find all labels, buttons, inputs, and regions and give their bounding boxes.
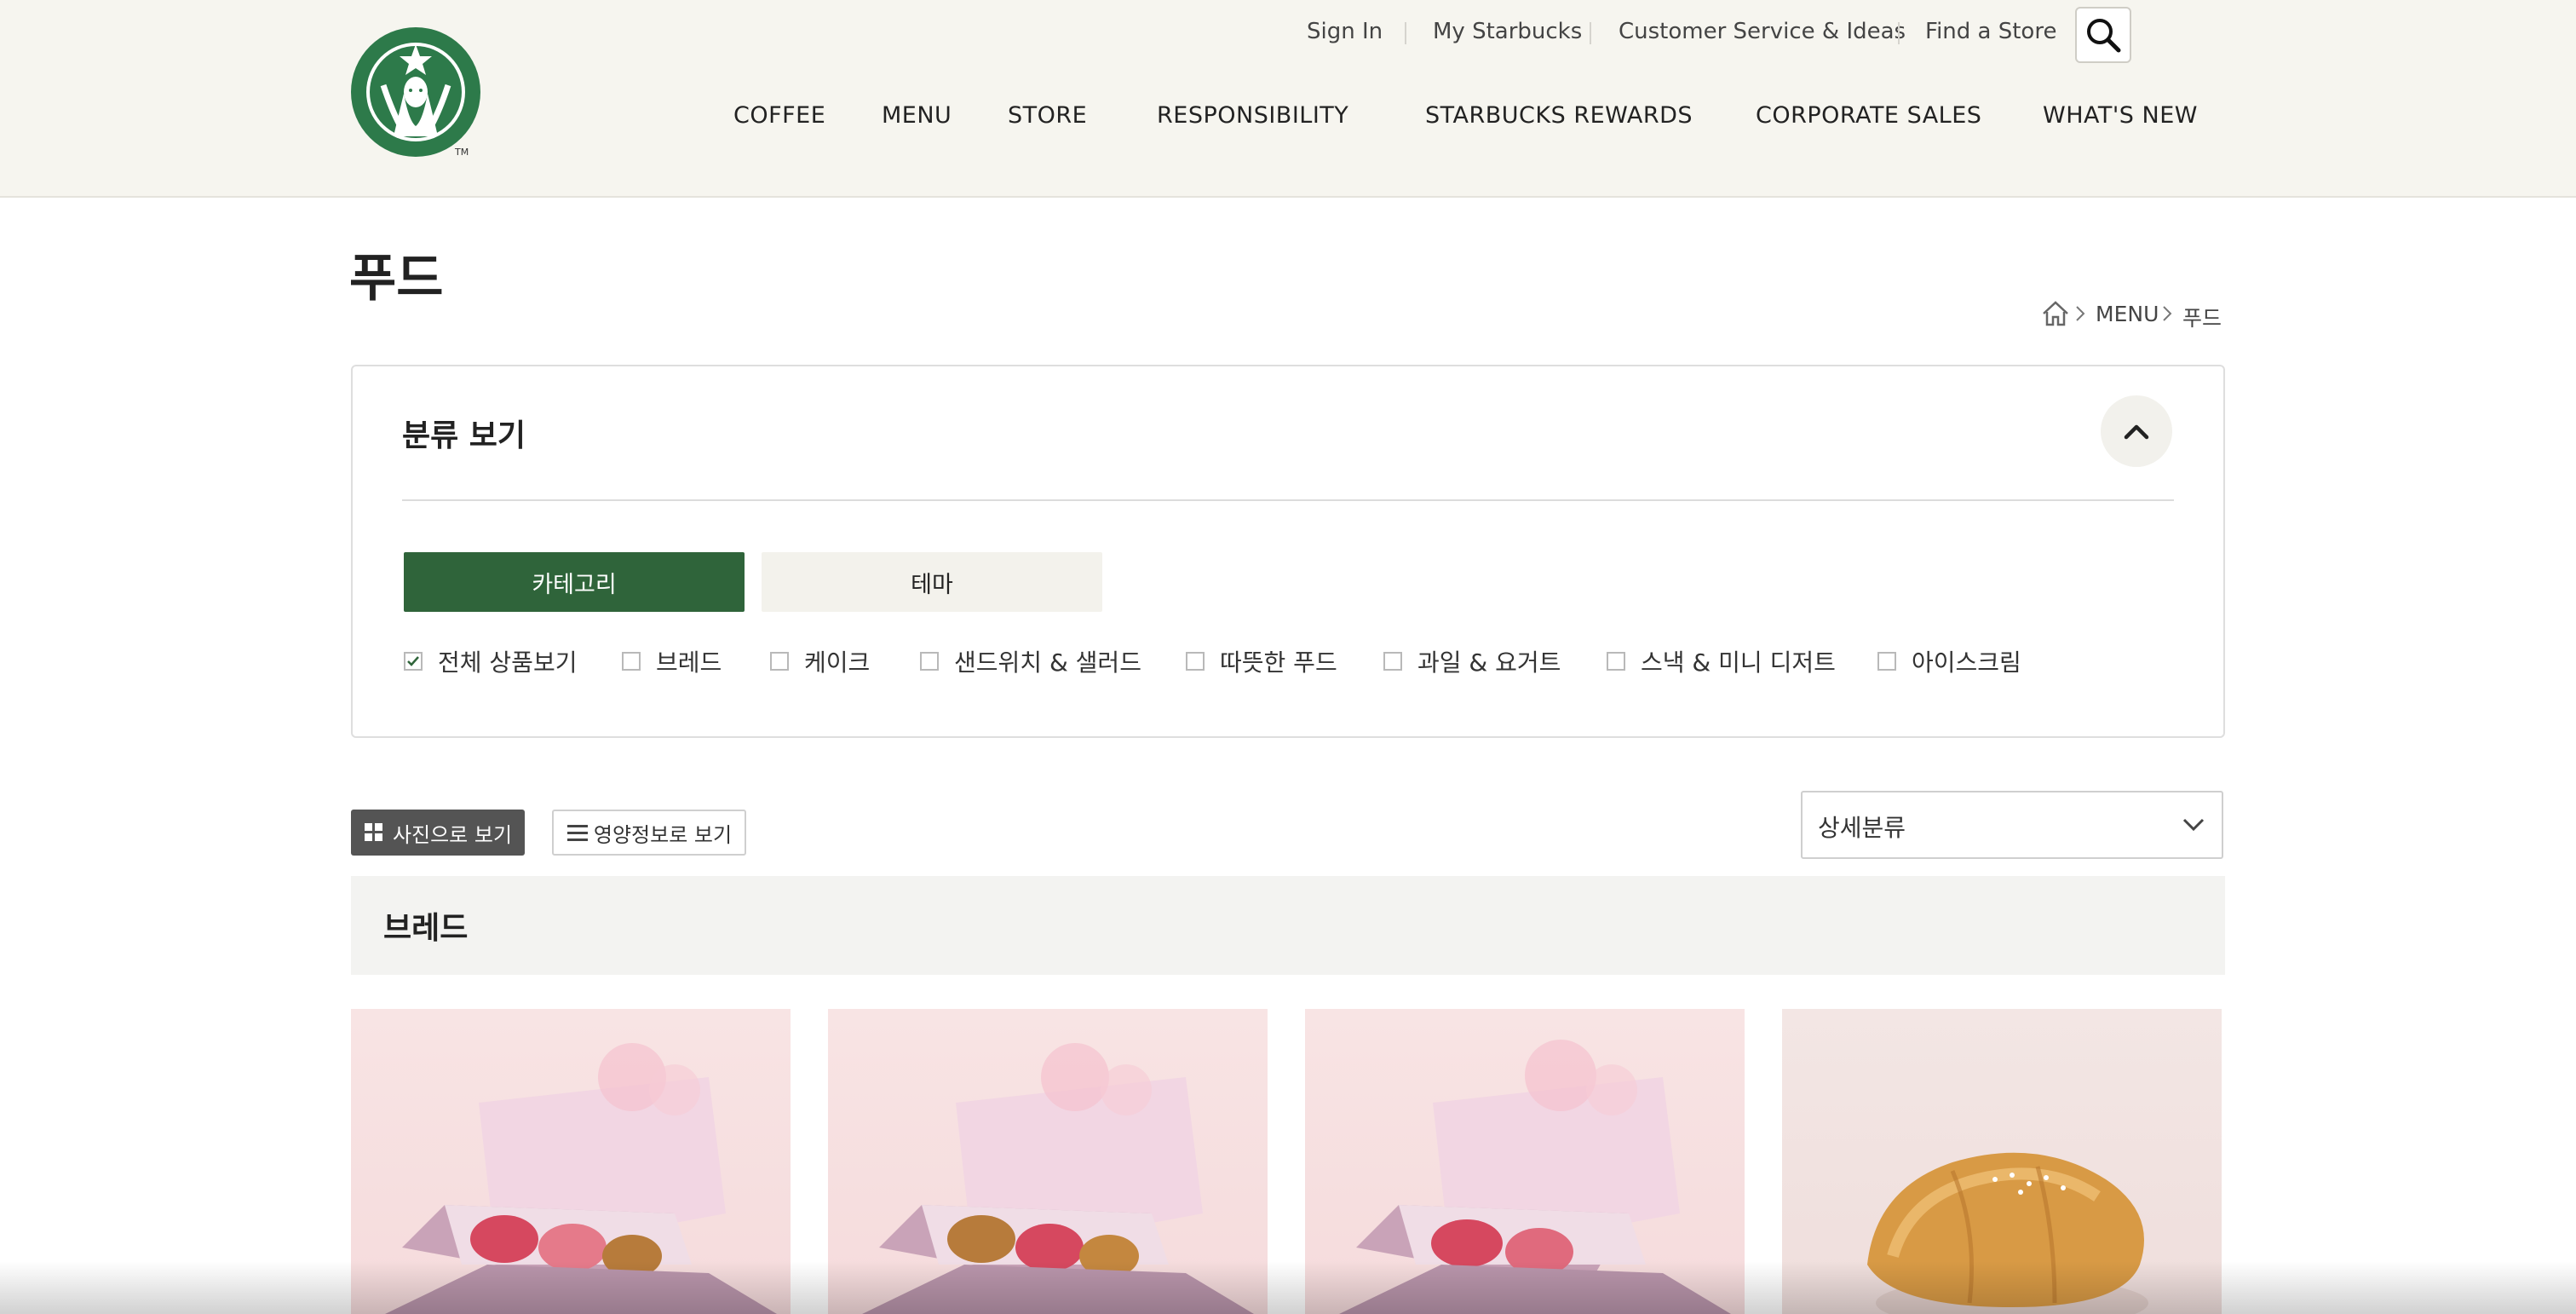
category-checkbox-all[interactable]: 전체 상품보기 [404, 646, 577, 677]
filter-divider [402, 499, 2174, 501]
util-divider [1898, 22, 1900, 44]
check-icon [407, 656, 419, 666]
chevron-up-icon [2124, 424, 2149, 440]
category-checkbox-fruit-yogurt[interactable]: 과일 & 요거트 [1383, 646, 1561, 677]
category-checkbox-snack-mini-dessert[interactable]: 스낵 & 미니 디저트 [1607, 646, 1836, 677]
nav-whats-new[interactable]: WHAT'S NEW [2043, 102, 2198, 129]
filter-title: 분류 보기 [402, 418, 526, 453]
category-checkbox-bread[interactable]: 브레드 [622, 646, 722, 677]
tab-theme[interactable]: 테마 [762, 552, 1102, 612]
view-nutrition-button[interactable]: 영양정보로 보기 [552, 810, 746, 856]
category-checkbox-ice-cream[interactable]: 아이스크림 [1877, 646, 2021, 677]
my-starbucks-link[interactable]: My Starbucks [1433, 19, 1582, 44]
checkbox[interactable] [1607, 652, 1625, 671]
category-label: 따뜻한 푸드 [1220, 648, 1337, 677]
view-photo-label: 사진으로 보기 [392, 822, 513, 847]
view-photo-button[interactable]: 사진으로 보기 [351, 810, 525, 856]
category-checkbox-sandwich-salad[interactable]: 샌드위치 & 샐러드 [920, 646, 1141, 677]
home-icon[interactable] [2041, 300, 2070, 327]
trademark-mark: TM [455, 147, 469, 158]
nav-starbucks-rewards[interactable]: STARBUCKS REWARDS [1425, 102, 1693, 129]
search-icon [2087, 19, 2121, 53]
util-divider [1590, 22, 1591, 44]
grid-icon [364, 823, 382, 841]
customer-service-link[interactable]: Customer Service & Ideas [1619, 19, 1906, 44]
nav-menu[interactable]: MENU [882, 102, 952, 129]
util-divider [1405, 22, 1406, 44]
section-header [351, 876, 2225, 975]
starbucks-logo[interactable] [349, 26, 482, 158]
checkbox[interactable] [1186, 652, 1205, 671]
checkbox[interactable] [770, 652, 789, 671]
section-title: 브레드 [383, 911, 469, 946]
nav-coffee[interactable]: COFFEE [733, 102, 825, 129]
tab-category[interactable]: 카테고리 [404, 552, 745, 612]
view-nutrition-label: 영양정보로 보기 [593, 822, 733, 847]
checkbox[interactable] [1383, 652, 1402, 671]
checkbox-checked[interactable] [404, 652, 423, 671]
checkbox[interactable] [920, 652, 939, 671]
nav-responsibility[interactable]: RESPONSIBILITY [1157, 102, 1348, 129]
category-checkbox-cake[interactable]: 케이크 [770, 646, 870, 677]
category-label: 샌드위치 & 샐러드 [954, 648, 1141, 677]
category-label: 케이크 [804, 648, 871, 677]
category-label: 전체 상품보기 [438, 648, 578, 677]
nav-corporate-sales[interactable]: CORPORATE SALES [1756, 102, 1981, 129]
chevron-right-icon [2163, 306, 2172, 321]
breadcrumb-menu[interactable]: MENU [2096, 302, 2159, 326]
list-icon [566, 825, 588, 841]
category-checkbox-warm-food[interactable]: 따뜻한 푸드 [1186, 646, 1337, 677]
page-title: 푸드 [349, 249, 444, 308]
scroll-shadow [0, 1261, 2576, 1314]
category-label: 브레드 [656, 648, 722, 677]
category-label: 과일 & 요거트 [1417, 648, 1561, 677]
find-store-link[interactable]: Find a Store [1925, 19, 2056, 44]
checkbox[interactable] [622, 652, 641, 671]
checkbox[interactable] [1877, 652, 1896, 671]
collapse-filter-button[interactable] [2101, 395, 2172, 467]
detail-select-value: 상세분류 [1818, 814, 1906, 842]
category-filter-panel [351, 365, 2225, 738]
category-label: 아이스크림 [1912, 648, 2021, 677]
sign-in-link[interactable]: Sign In [1307, 19, 1383, 44]
search-button[interactable] [2075, 7, 2131, 63]
chevron-down-icon [2182, 818, 2205, 832]
category-label: 스낵 & 미니 디저트 [1641, 648, 1836, 677]
breadcrumb-food[interactable]: 푸드 [2182, 302, 2222, 332]
chevron-right-icon [2076, 306, 2085, 321]
nav-store[interactable]: STORE [1008, 102, 1087, 129]
